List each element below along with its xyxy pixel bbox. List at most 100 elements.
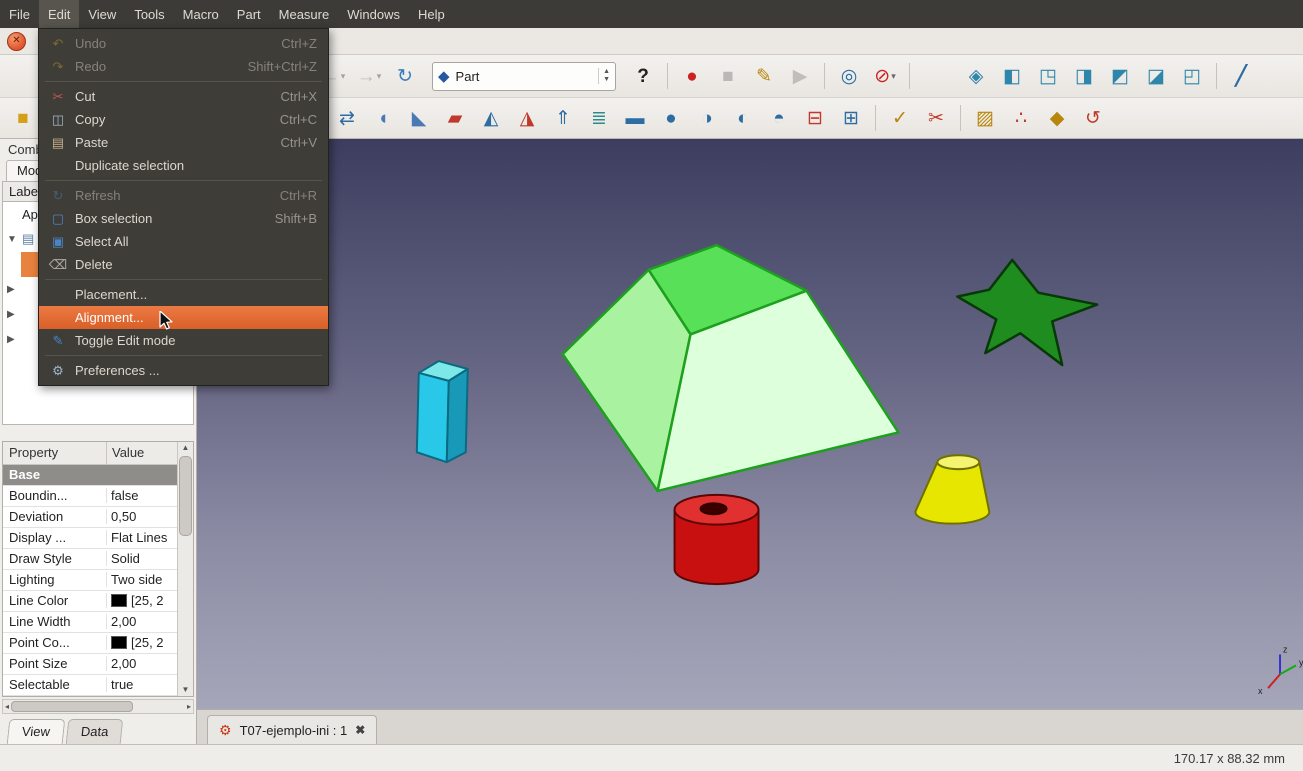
menu-item-alignment[interactable]: Alignment... bbox=[39, 306, 328, 329]
nav-forward-icon[interactable]: →▾ bbox=[352, 61, 386, 91]
view-rear-icon[interactable]: ◩ bbox=[1103, 61, 1137, 91]
view-top-icon[interactable]: ◳ bbox=[1031, 61, 1065, 91]
scroll-left-icon[interactable]: ◂ bbox=[5, 702, 9, 711]
part-loft-icon[interactable]: ◮ bbox=[510, 103, 544, 133]
property-column-header[interactable]: Property bbox=[3, 442, 107, 464]
view-left-icon[interactable]: ◰ bbox=[1175, 61, 1209, 91]
menu-item-toggle-edit-mode[interactable]: ✎Toggle Edit mode bbox=[39, 329, 328, 352]
part-ruled-surface-icon[interactable]: ◭ bbox=[474, 103, 508, 133]
macro-record-icon[interactable]: ● bbox=[675, 61, 709, 91]
blue-box-object[interactable] bbox=[417, 361, 468, 462]
property-row[interactable]: Line Color[25, 2 bbox=[3, 591, 177, 612]
part-box-primitive-icon[interactable]: ■ bbox=[6, 103, 40, 133]
boolean-union-icon[interactable]: ● bbox=[654, 103, 688, 133]
expander-icon[interactable]: ▶ bbox=[7, 334, 18, 345]
part-make-face-icon[interactable]: ▰ bbox=[438, 103, 472, 133]
macro-stop-icon[interactable]: ■ bbox=[711, 61, 745, 91]
check-geometry-icon[interactable]: ✓ bbox=[883, 103, 917, 133]
property-row[interactable]: Deviation0,50 bbox=[3, 507, 177, 528]
part-extrude-icon[interactable]: ≣ bbox=[582, 103, 616, 133]
points-from-shape-icon[interactable]: ∴ bbox=[1004, 103, 1038, 133]
macro-edit-icon[interactable]: ✎ bbox=[747, 61, 781, 91]
menubar-measure[interactable]: Measure bbox=[270, 0, 339, 28]
view-bottom-icon[interactable]: ◪ bbox=[1139, 61, 1173, 91]
menu-item-box-selection[interactable]: ▢Box selectionShift+B bbox=[39, 207, 328, 230]
scrollbar-thumb[interactable] bbox=[11, 701, 133, 712]
menubar-tools[interactable]: Tools bbox=[125, 0, 173, 28]
menu-item-undo[interactable]: ↶UndoCtrl+Z bbox=[39, 32, 328, 55]
workbench-selector[interactable]: ◆Part▲▼ bbox=[432, 62, 616, 91]
menu-item-cut[interactable]: ✂CutCtrl+X bbox=[39, 85, 328, 108]
menu-item-copy[interactable]: ◫CopyCtrl+C bbox=[39, 108, 328, 131]
part-sweep-icon[interactable]: ⇑ bbox=[546, 103, 580, 133]
part-fillet-icon[interactable]: ◖ bbox=[366, 103, 400, 133]
boolean-common-icon[interactable]: ◑ bbox=[690, 103, 724, 133]
menubar-macro[interactable]: Macro bbox=[174, 0, 228, 28]
property-row[interactable]: Selectabletrue bbox=[3, 675, 177, 696]
horizontal-scrollbar[interactable]: ◂ ▸ bbox=[2, 699, 194, 714]
property-row[interactable]: Point Size2,00 bbox=[3, 654, 177, 675]
part-defeaturing-icon[interactable]: ✂ bbox=[919, 103, 953, 133]
menubar-view[interactable]: View bbox=[79, 0, 125, 28]
property-row[interactable]: Point Co...[25, 2 bbox=[3, 633, 177, 654]
part-compound-icon[interactable]: ⊞ bbox=[834, 103, 868, 133]
measure-linear-icon[interactable]: ╱ bbox=[1224, 61, 1258, 91]
expander-icon[interactable]: ▼ bbox=[7, 234, 18, 245]
menu-item-redo[interactable]: ↷RedoShift+Ctrl+Z bbox=[39, 55, 328, 78]
red-tube-object[interactable] bbox=[675, 495, 759, 584]
menu-item-paste[interactable]: ▤PasteCtrl+V bbox=[39, 131, 328, 154]
part-chamfer-icon[interactable]: ◣ bbox=[402, 103, 436, 133]
green-star-object[interactable] bbox=[957, 260, 1097, 365]
yellow-cone-object[interactable] bbox=[915, 455, 989, 523]
view-right-icon[interactable]: ◨ bbox=[1067, 61, 1101, 91]
part-cross-sections-icon[interactable]: ⊟ bbox=[798, 103, 832, 133]
property-row[interactable]: Line Width2,00 bbox=[3, 612, 177, 633]
scroll-down-icon[interactable]: ▼ bbox=[182, 684, 190, 696]
spin-up-icon[interactable]: ▲ bbox=[603, 68, 610, 76]
expander-icon[interactable]: ▶ bbox=[7, 309, 18, 320]
menubar-file[interactable]: File bbox=[0, 0, 39, 28]
dropdown-caret-icon[interactable]: ▾ bbox=[377, 72, 382, 81]
menu-item-placement[interactable]: Placement... bbox=[39, 283, 328, 306]
property-row[interactable]: Draw StyleSolid bbox=[3, 549, 177, 570]
menubar-part[interactable]: Part bbox=[228, 0, 270, 28]
part-mirror-icon[interactable]: ⇄ bbox=[330, 103, 364, 133]
vertical-scrollbar[interactable]: ▲ ▼ bbox=[177, 442, 193, 696]
scrollbar-thumb[interactable] bbox=[179, 456, 192, 536]
property-row[interactable]: LightingTwo side bbox=[3, 570, 177, 591]
menu-item-duplicate-selection[interactable]: Duplicate selection bbox=[39, 154, 328, 177]
tab-data[interactable]: Data bbox=[66, 719, 124, 744]
property-row[interactable]: Display ...Flat Lines bbox=[3, 528, 177, 549]
menubar-help[interactable]: Help bbox=[409, 0, 454, 28]
zoom-fit-icon[interactable]: ◎ bbox=[832, 61, 866, 91]
menu-item-refresh[interactable]: ↻RefreshCtrl+R bbox=[39, 184, 328, 207]
menubar-windows[interactable]: Windows bbox=[338, 0, 409, 28]
whats-this-icon[interactable]: ? bbox=[626, 61, 660, 91]
property-row[interactable]: Boundin...false bbox=[3, 486, 177, 507]
document-tab[interactable]: ⚙ T07-ejemplo-ini : 1 ✖ bbox=[207, 715, 377, 744]
shape-from-mesh-icon[interactable]: ▨ bbox=[968, 103, 1002, 133]
spin-down-icon[interactable]: ▼ bbox=[603, 76, 610, 84]
menu-item-delete[interactable]: ⌫Delete bbox=[39, 253, 328, 276]
part-section-icon[interactable]: ◓ bbox=[762, 103, 796, 133]
window-close-button[interactable]: ✕ bbox=[7, 32, 26, 51]
view-isometric-icon[interactable]: ◈ bbox=[959, 61, 993, 91]
tab-close-icon[interactable]: ✖ bbox=[355, 723, 365, 737]
menu-item-select-all[interactable]: ▣Select All bbox=[39, 230, 328, 253]
dropdown-caret-icon[interactable]: ▾ bbox=[891, 72, 896, 81]
tab-view[interactable]: View bbox=[7, 719, 66, 744]
menu-item-preferences[interactable]: ⚙Preferences ... bbox=[39, 359, 328, 382]
scroll-right-icon[interactable]: ▸ bbox=[187, 702, 191, 711]
view-front-icon[interactable]: ◧ bbox=[995, 61, 1029, 91]
green-frustum-object[interactable] bbox=[563, 245, 899, 491]
scroll-up-icon[interactable]: ▲ bbox=[182, 442, 190, 454]
value-column-header[interactable]: Value bbox=[107, 442, 177, 464]
refine-shape-icon[interactable]: ↺ bbox=[1076, 103, 1110, 133]
expander-icon[interactable]: ▶ bbox=[7, 284, 18, 295]
part-offset-icon[interactable]: ▬ bbox=[618, 103, 652, 133]
macro-play-icon[interactable]: ▶ bbox=[783, 61, 817, 91]
dropdown-caret-icon[interactable]: ▾ bbox=[341, 72, 346, 81]
boolean-cut-icon[interactable]: ◐ bbox=[726, 103, 760, 133]
combo-spinner[interactable]: ▲▼ bbox=[598, 68, 610, 83]
3d-viewport[interactable]: z y x bbox=[197, 139, 1303, 709]
